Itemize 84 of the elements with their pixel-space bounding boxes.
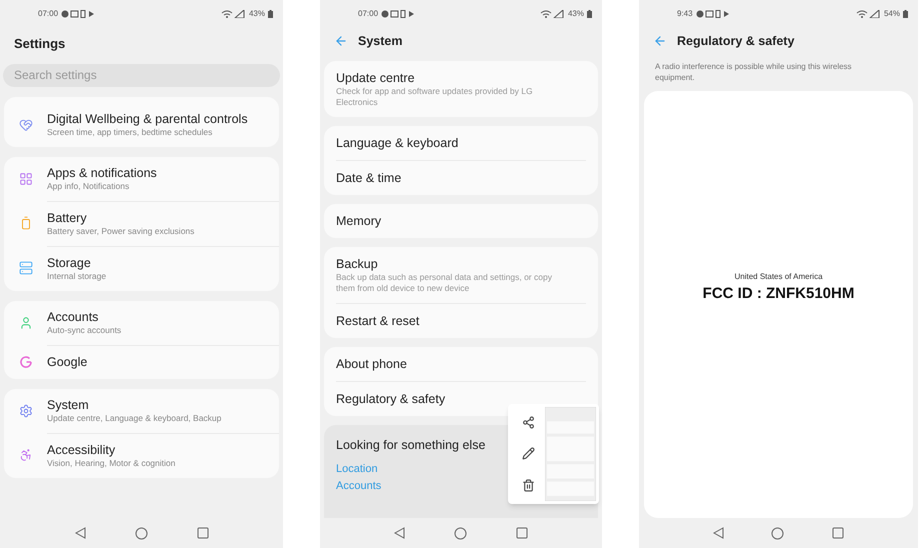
- item-subtitle: Back up data such as personal data and settings, or copy them from old device to new device: [336, 272, 553, 294]
- item-title: Storage: [47, 256, 92, 270]
- search-field[interactable]: Search settings: [3, 64, 280, 86]
- settings-item[interactable]: Google: [4, 344, 279, 378]
- item-title: Google: [47, 354, 88, 370]
- battery-percent: 43%: [568, 8, 584, 20]
- item-subtitle: Update centre, Language & keyboard, Backup: [47, 412, 222, 424]
- trash-icon[interactable]: [522, 478, 534, 492]
- battery-icon: [268, 10, 273, 18]
- item-title: Language & keyboard: [336, 134, 460, 151]
- grid-icon: [18, 172, 32, 186]
- heart-hand-icon: [18, 118, 32, 132]
- settings-item[interactable]: Restart & reset: [336, 302, 586, 338]
- back-nav-icon[interactable]: [394, 527, 406, 539]
- status-icons: [696, 10, 730, 18]
- settings-item[interactable]: System Update centre, Language & keyboard, Backup: [4, 388, 279, 432]
- item-subtitle: Internal storage: [47, 270, 108, 282]
- battery-percent: 54%: [884, 8, 900, 20]
- battery-percent: 43%: [248, 8, 265, 20]
- settings-item[interactable]: About phone: [336, 346, 586, 381]
- settings-item[interactable]: Storage Internal storage: [4, 246, 279, 290]
- settings-item[interactable]: Memory: [336, 204, 586, 238]
- screenshot-thumbnail[interactable]: [545, 407, 596, 501]
- settings-item[interactable]: Accounts Auto-sync accounts: [4, 300, 279, 344]
- screen-title: Regulatory & safety: [677, 33, 794, 50]
- battery-icon: [587, 10, 592, 18]
- status-time: 07:00: [38, 8, 58, 20]
- recents-nav-icon[interactable]: [516, 527, 528, 539]
- settings-item[interactable]: Language & keyboard: [336, 126, 586, 160]
- gear-icon: [18, 404, 32, 418]
- status-icons: [61, 10, 96, 18]
- status-time: 9:43: [677, 8, 693, 20]
- item-title: Battery: [47, 210, 88, 226]
- accessibility-icon: [18, 448, 32, 462]
- item-title: Apps & notifications: [47, 166, 158, 180]
- g-logo-icon: [18, 354, 32, 368]
- pencil-icon[interactable]: [522, 447, 534, 460]
- home-nav-icon[interactable]: [134, 526, 148, 540]
- storage-icon: [18, 261, 32, 275]
- item-title: System: [47, 398, 90, 412]
- item-title: Restart & reset: [336, 312, 420, 329]
- search-input[interactable]: Search settings: [14, 66, 269, 84]
- settings-item[interactable]: Apps & notifications App info, Notifications: [4, 156, 279, 200]
- settings-item[interactable]: Date & time: [336, 160, 586, 195]
- item-title: Date & time: [336, 170, 402, 186]
- country-label: United States of America: [734, 270, 823, 283]
- back-nav-icon[interactable]: [74, 527, 86, 539]
- item-subtitle: Battery saver, Power saving exclusions: [47, 226, 196, 236]
- fcc-id: FCC ID : ZNFK510HM: [702, 284, 854, 304]
- item-title: Regulatory & safety: [336, 390, 446, 407]
- item-title: Accounts: [47, 310, 100, 324]
- screen-title: System: [358, 33, 402, 50]
- home-nav-icon[interactable]: [454, 526, 467, 540]
- share-icon[interactable]: [522, 416, 534, 430]
- item-title: Update centre: [336, 70, 416, 86]
- recents-nav-icon[interactable]: [196, 527, 208, 539]
- interference-note: A radio interference is possible while using this wireless equipment.: [654, 60, 853, 84]
- item-subtitle: Check for app and software updates provided by LG Electronics: [336, 86, 534, 108]
- signal-icons: [854, 10, 881, 18]
- item-title: About phone: [336, 356, 408, 372]
- item-subtitle: App info, Notifications: [47, 180, 130, 192]
- battery-icon: [903, 10, 908, 18]
- back-nav-icon[interactable]: [712, 527, 724, 539]
- screen-title: Settings: [13, 35, 66, 53]
- person-icon: [18, 316, 32, 330]
- item-subtitle: Screen time, app timers, bedtime schedules: [47, 126, 214, 138]
- item-title: Memory: [336, 212, 382, 229]
- recents-nav-icon[interactable]: [832, 527, 844, 539]
- settings-item[interactable]: Accessibility Vision, Hearing, Motor & cognition: [4, 432, 279, 478]
- item-title: Digital Wellbeing & parental controls: [47, 112, 249, 126]
- settings-item[interactable]: Update centre Check for app and software updates provided by LG Electronics: [336, 60, 586, 117]
- settings-item[interactable]: Digital Wellbeing & parental controls Screen time, app timers, bedtime schedules: [4, 102, 279, 146]
- status-time: 07:00: [358, 8, 378, 20]
- status-icons: [381, 10, 416, 18]
- item-title: Backup: [336, 256, 379, 272]
- home-nav-icon[interactable]: [771, 526, 784, 540]
- signal-icons: [538, 10, 565, 18]
- settings-item[interactable]: Backup Back up data such as personal data and settings, or copy them from old device to new device: [336, 246, 586, 303]
- item-subtitle: Auto-sync accounts: [47, 324, 122, 336]
- settings-item[interactable]: Battery Battery saver, Power saving exclusions: [4, 200, 279, 246]
- item-subtitle: Vision, Hearing, Motor & cognition: [47, 458, 176, 468]
- signal-icons: [220, 10, 246, 18]
- item-title: Accessibility: [47, 442, 116, 458]
- suggestions-title: Looking for something else: [336, 438, 486, 452]
